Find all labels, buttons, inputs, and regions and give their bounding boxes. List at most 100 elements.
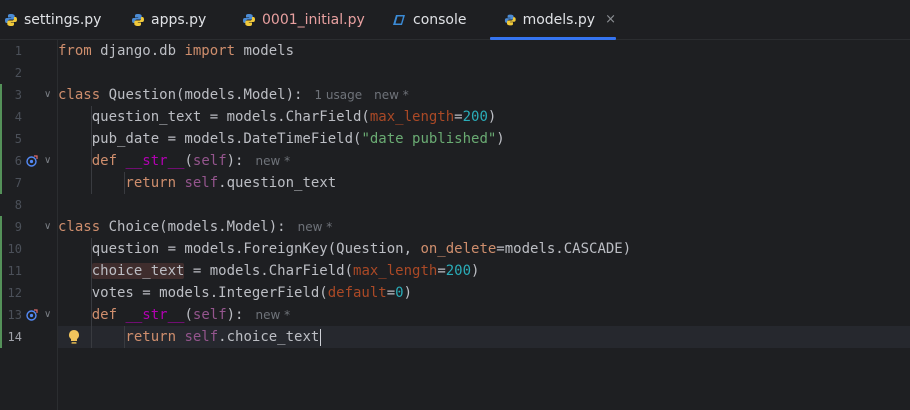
code-line: choice_text = models.CharField(max_lengt… xyxy=(58,260,479,282)
code-line: from django.db import models xyxy=(58,40,294,62)
parameter-name: max_length xyxy=(369,109,455,125)
code-token: = xyxy=(386,285,396,301)
tab-label: apps.py xyxy=(151,11,207,28)
number-literal: 0 xyxy=(395,285,404,301)
new-hint: new * xyxy=(297,220,333,234)
parameter-name: max_length xyxy=(353,263,438,279)
dunder-method: __str__ xyxy=(125,307,185,323)
code-token: ): xyxy=(226,153,244,169)
number-literal: 200 xyxy=(445,263,472,279)
code-token: models xyxy=(235,43,295,59)
override-method-icon[interactable] xyxy=(26,155,38,167)
code-token: ) xyxy=(471,263,480,279)
editor-tab-bar: settings.py apps.py 0001_initial.py cons… xyxy=(0,0,910,40)
line-number[interactable]: 5 xyxy=(0,128,22,150)
code-token: =models.CASCADE) xyxy=(496,241,632,257)
fold-chevron-icon[interactable]: ∨ xyxy=(44,304,54,326)
line-number[interactable]: 13 xyxy=(0,304,22,326)
code-line: def __str__(self): new * xyxy=(58,304,290,326)
new-hint: new * xyxy=(374,88,409,102)
line-number-current[interactable]: 14 xyxy=(0,326,22,348)
fold-chevron-icon[interactable]: ∨ xyxy=(44,84,54,106)
new-hint: new * xyxy=(255,308,291,322)
line-number[interactable]: 9 xyxy=(0,216,22,238)
code-token: Question(models.Model): xyxy=(100,87,303,103)
tab-settings-py[interactable]: settings.py xyxy=(4,0,101,39)
code-line: class Question(models.Model): 1 usage new … xyxy=(58,84,409,106)
code-token: ): xyxy=(226,307,244,323)
string-literal: "date published" xyxy=(361,131,497,147)
python-icon xyxy=(5,13,17,26)
code-token: .choice_text xyxy=(218,329,320,345)
code-token: ) xyxy=(487,109,497,125)
usage-hint[interactable]: 1 usage xyxy=(314,88,362,102)
code-token: ( xyxy=(184,307,193,323)
self-keyword: self xyxy=(192,153,227,169)
text-caret xyxy=(320,328,322,346)
line-number[interactable]: 4 xyxy=(0,106,22,128)
code-token: pub_date = models.DateTimeField( xyxy=(58,131,362,147)
self-keyword: self xyxy=(184,175,219,191)
code-editor[interactable]: from django.db import models class Quest… xyxy=(58,40,910,410)
keyword: from xyxy=(58,43,92,59)
parameter-name: on_delete xyxy=(420,241,497,257)
number-literal: 200 xyxy=(462,109,488,125)
python-icon xyxy=(132,13,144,26)
tab-console[interactable]: console xyxy=(393,0,467,39)
keyword: import xyxy=(184,43,236,59)
code-token: .question_text xyxy=(218,175,337,191)
editor-gutter: 1 2 3 4 5 6 7 8 9 10 11 12 13 14 ∨ ∨ ∨ ∨ xyxy=(0,40,58,410)
code-token: = xyxy=(454,109,463,125)
python-icon xyxy=(243,13,255,26)
line-number[interactable]: 8 xyxy=(0,194,22,216)
code-token: question = models.ForeignKey(Question, xyxy=(58,241,421,257)
self-keyword: self xyxy=(192,307,227,323)
parameter-name: default xyxy=(327,285,387,301)
line-number[interactable]: 6 xyxy=(0,150,22,172)
code-line: class Choice(models.Model): new * xyxy=(58,216,332,238)
code-token: Choice(models.Model): xyxy=(100,219,286,235)
highlighted-identifier: choice_text xyxy=(91,263,185,279)
keyword: def xyxy=(58,153,118,169)
fold-chevron-icon[interactable]: ∨ xyxy=(44,216,54,238)
console-icon xyxy=(393,14,405,25)
close-tab-icon[interactable]: × xyxy=(605,12,616,27)
python-icon xyxy=(504,14,516,25)
line-number[interactable]: 7 xyxy=(0,172,22,194)
keyword: return xyxy=(58,175,177,191)
tab-label: models.py xyxy=(522,11,596,28)
tab-label: 0001_initial.py xyxy=(262,11,365,28)
dunder-method: __str__ xyxy=(125,153,185,169)
code-line: def __str__(self): new * xyxy=(58,150,290,172)
code-token: = xyxy=(437,263,446,279)
line-number[interactable]: 11 xyxy=(0,260,22,282)
keyword: def xyxy=(58,307,118,323)
tab-apps-py[interactable]: apps.py xyxy=(131,0,206,39)
code-line: question_text = models.CharField(max_len… xyxy=(58,106,497,128)
tab-label: settings.py xyxy=(24,11,102,28)
self-keyword: self xyxy=(184,329,219,345)
fold-chevron-icon[interactable]: ∨ xyxy=(44,150,54,172)
code-line: votes = models.IntegerField(default=0) xyxy=(58,282,412,304)
ide-window: settings.py apps.py 0001_initial.py cons… xyxy=(0,0,910,410)
code-token: question_text = models.CharField( xyxy=(58,109,370,125)
code-token: votes = models.IntegerField( xyxy=(58,285,328,301)
code-token: = models.CharField( xyxy=(184,263,354,279)
line-number[interactable]: 2 xyxy=(0,62,22,84)
code-token: django.db xyxy=(91,43,185,59)
code-token: ) xyxy=(403,285,413,301)
tab-label: console xyxy=(413,11,467,28)
line-number[interactable]: 3 xyxy=(0,84,22,106)
line-number[interactable]: 12 xyxy=(0,282,22,304)
override-method-icon[interactable] xyxy=(26,309,38,321)
code-line: pub_date = models.DateTimeField("date pu… xyxy=(58,128,505,150)
keyword: class xyxy=(58,219,101,235)
line-number[interactable]: 10 xyxy=(0,238,22,260)
tab-models-py[interactable]: models.py × xyxy=(490,0,616,40)
tab-0001-initial-py[interactable]: 0001_initial.py xyxy=(242,0,365,39)
code-line-current[interactable]: return self.choice_text xyxy=(58,326,322,348)
new-hint: new * xyxy=(255,154,291,168)
line-number[interactable]: 1 xyxy=(0,40,22,62)
keyword: class xyxy=(58,87,101,103)
